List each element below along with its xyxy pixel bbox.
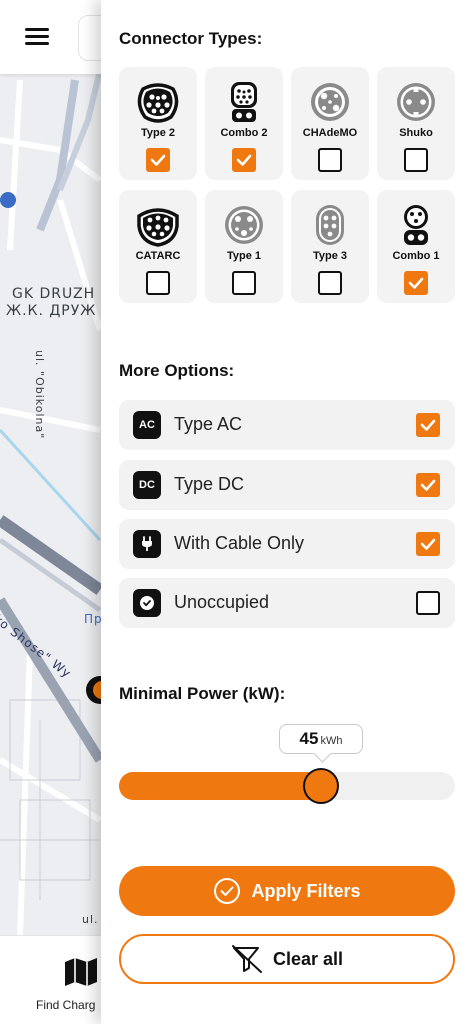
connector-label: Shuko <box>399 127 433 139</box>
checkmark-icon <box>420 419 436 431</box>
ac-badge: AC <box>133 411 161 439</box>
connector-types-title: Connector Types: <box>119 29 263 48</box>
more-options-title: More Options: <box>119 361 235 380</box>
checkmark-icon <box>236 154 252 166</box>
checkmark-icon <box>420 538 436 550</box>
map-district-label-cyrillic: Ж.К. ДРУЖ <box>6 303 97 319</box>
option-type-dc[interactable]: DC Type DC <box>119 460 455 510</box>
filter-off-icon <box>231 945 262 973</box>
connector-checkbox[interactable] <box>146 271 170 295</box>
connector-shuko[interactable]: Shuko <box>377 67 455 180</box>
chademo-connector-icon <box>311 83 349 121</box>
power-unit: kWh <box>320 735 343 747</box>
map-street-label: ul. <box>82 913 99 926</box>
filter-panel: Connector Types: Type 2 Combo 2 CHAdeMO … <box>101 0 473 1024</box>
power-slider[interactable]: 45 kWh <box>119 724 455 804</box>
option-checkbox[interactable] <box>416 532 440 556</box>
connector-chademo[interactable]: CHAdeMO <box>291 67 369 180</box>
clear-all-label: Clear all <box>272 948 344 969</box>
option-checkbox[interactable] <box>416 591 440 615</box>
connector-checkbox[interactable] <box>404 271 428 295</box>
connector-label: Type 1 <box>226 250 262 262</box>
connector-checkbox[interactable] <box>232 148 256 172</box>
connector-label: Combo 1 <box>392 250 440 262</box>
option-label: Type DC <box>174 474 245 494</box>
connector-type3[interactable]: Type 3 <box>291 190 369 303</box>
apply-filters-button[interactable]: Apply Filters <box>119 866 455 916</box>
option-with-cable[interactable]: With Cable Only <box>119 519 455 569</box>
option-checkbox[interactable] <box>416 413 440 437</box>
connector-checkbox[interactable] <box>404 148 428 172</box>
option-checkbox[interactable] <box>416 473 440 497</box>
type3-connector-icon <box>316 205 344 245</box>
dc-badge: DC <box>133 471 161 499</box>
option-label: With Cable Only <box>174 533 305 553</box>
option-label: Unoccupied <box>174 592 270 612</box>
checkmark-icon <box>150 154 166 166</box>
shuko-connector-icon <box>397 83 435 121</box>
connector-label: Combo 2 <box>220 127 268 139</box>
map-poi-label: Пр <box>84 612 103 626</box>
check-circle-icon <box>133 589 161 617</box>
connector-type1[interactable]: Type 1 <box>205 190 283 303</box>
combo1-connector-icon <box>404 205 428 245</box>
plug-icon <box>133 530 161 558</box>
checkmark-icon <box>408 277 424 289</box>
connector-label: Type 3 <box>312 250 348 262</box>
power-value: 45 <box>299 729 319 748</box>
combo2-connector-icon <box>231 82 257 122</box>
power-value-tooltip: 45 kWh <box>279 724 363 754</box>
connector-type2[interactable]: Type 2 <box>119 67 197 180</box>
option-label: Type AC <box>174 414 243 434</box>
clear-all-button[interactable]: Clear all <box>119 934 455 984</box>
option-type-ac[interactable]: AC Type AC <box>119 400 455 450</box>
connector-checkbox[interactable] <box>232 271 256 295</box>
connector-label: CHAdeMO <box>302 127 358 139</box>
map-icon <box>65 958 97 986</box>
connector-catarc[interactable]: CATARC <box>119 190 197 303</box>
check-circle-icon <box>214 878 241 904</box>
catarc-connector-icon <box>137 208 179 247</box>
connector-combo1[interactable]: Combo 1 <box>377 190 455 303</box>
minimal-power-title: Minimal Power (kW): <box>119 684 286 703</box>
connector-checkbox[interactable] <box>146 148 170 172</box>
connector-label: CATARC <box>135 250 181 262</box>
connector-checkbox[interactable] <box>318 148 342 172</box>
map-district-label: GK DRUZH <box>12 286 96 302</box>
checkmark-icon <box>420 479 436 491</box>
apply-filters-label: Apply Filters <box>251 880 361 901</box>
type1-connector-icon <box>225 206 263 244</box>
map-street-label: ul. "Obikolna" <box>33 350 46 440</box>
hamburger-menu-icon[interactable] <box>22 24 54 52</box>
option-unoccupied[interactable]: Unoccupied <box>119 578 455 628</box>
slider-fill <box>119 772 321 800</box>
type2-connector-icon <box>137 83 179 123</box>
slider-thumb[interactable] <box>303 768 339 804</box>
connector-combo2[interactable]: Combo 2 <box>205 67 283 180</box>
connector-label: Type 2 <box>140 127 176 139</box>
connector-checkbox[interactable] <box>318 271 342 295</box>
